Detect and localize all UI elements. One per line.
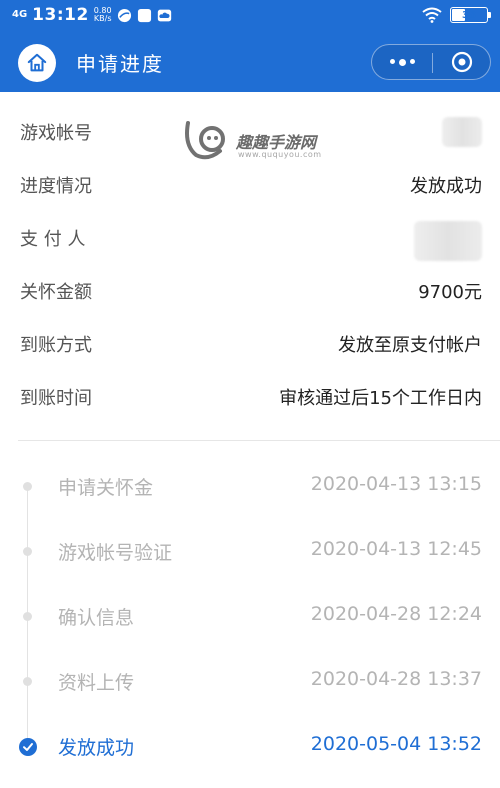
timeline-step-name: 资料上传 xyxy=(58,672,135,694)
timeline-step-time: 2020-04-28 12:24 xyxy=(310,603,482,625)
timeline-step-time: 2020-04-28 13:37 xyxy=(310,668,482,690)
more-dot xyxy=(398,58,406,66)
info-label: 支 付 人 xyxy=(20,229,86,250)
battery-level-text: 38 xyxy=(462,9,476,21)
timeline-step: 申请关怀金 2020-04-13 13:15 xyxy=(0,455,500,520)
info-row-arrival-time: 到账时间 审核通过后15个工作日内 xyxy=(0,370,500,423)
timeline-step-time: 2020-05-04 13:52 xyxy=(310,733,482,755)
timeline-step-name: 确认信息 xyxy=(58,607,135,629)
capsule-close-button[interactable] xyxy=(433,45,491,79)
timeline-dot xyxy=(23,547,32,556)
timeline-step-name: 发放成功 xyxy=(58,737,135,759)
notification-square-icon xyxy=(137,8,151,22)
check-circle-icon xyxy=(19,738,37,756)
app-notification-icon xyxy=(117,8,131,22)
info-value: 审核通过后15个工作日内 xyxy=(279,388,482,409)
watermark: 趣趣手游网 www.ququyou.com xyxy=(182,115,332,165)
info-row-amount: 关怀金额 9700元 xyxy=(0,264,500,317)
check-mark-icon xyxy=(23,743,33,751)
more-dot xyxy=(389,58,395,64)
timeline-step-time: 2020-04-13 13:15 xyxy=(310,473,482,495)
timeline-step-time: 2020-04-13 12:45 xyxy=(310,538,482,560)
timeline-dot xyxy=(23,612,32,621)
more-dot xyxy=(409,58,415,64)
info-row-payer: 支 付 人 xyxy=(0,211,500,264)
timeline-step: 游戏帐号验证 2020-04-13 12:45 xyxy=(0,520,500,585)
progress-timeline: 申请关怀金 2020-04-13 13:15 游戏帐号验证 2020-04-13… xyxy=(0,455,500,780)
page-title: 申请进度 xyxy=(76,52,164,76)
timeline-step-name: 游戏帐号验证 xyxy=(58,542,173,564)
timeline-dot xyxy=(23,677,32,686)
info-value: 9700元 xyxy=(418,282,482,303)
wifi-icon xyxy=(422,7,442,23)
cloud-icon xyxy=(157,9,171,21)
timeline-step: 确认信息 2020-04-28 12:24 xyxy=(0,585,500,650)
info-label: 到账方式 xyxy=(20,335,92,356)
info-label: 游戏帐号 xyxy=(20,123,92,144)
status-bar: 4G 13:12 0.80 KB/s 38 xyxy=(0,0,500,30)
network-speed: 0.80 KB/s xyxy=(94,7,112,23)
timeline-step-name: 申请关怀金 xyxy=(58,477,154,499)
capsule-close-icon xyxy=(451,51,473,73)
info-label: 进度情况 xyxy=(20,176,92,197)
info-value: 发放成功 xyxy=(410,176,482,197)
info-row-payout-method: 到账方式 发放至原支付帐户 xyxy=(0,317,500,370)
watermark-logo-icon xyxy=(185,121,225,160)
network-indicator: 4G xyxy=(12,9,28,20)
info-label: 关怀金额 xyxy=(20,282,92,303)
watermark-url: www.ququyou.com xyxy=(238,150,322,159)
info-row-progress-status: 进度情况 发放成功 xyxy=(0,158,500,211)
info-value: 发放至原支付帐户 xyxy=(338,335,482,356)
redacted-payer xyxy=(414,221,482,261)
info-label: 到账时间 xyxy=(20,388,92,409)
status-bar-left: 4G 13:12 0.80 KB/s xyxy=(12,3,172,27)
timeline-step: 资料上传 2020-04-28 13:37 xyxy=(0,650,500,715)
battery-cap xyxy=(488,12,491,18)
home-button[interactable] xyxy=(18,44,56,82)
timeline-dot xyxy=(23,482,32,491)
status-bar-right: 38 xyxy=(422,5,491,25)
home-icon xyxy=(27,53,47,72)
redacted-game-account xyxy=(442,117,482,147)
more-dots-icon xyxy=(389,58,415,66)
clock: 13:12 xyxy=(32,5,89,25)
network-speed-unit: KB/s xyxy=(93,14,112,23)
mini-program-capsule xyxy=(371,44,491,80)
more-button[interactable] xyxy=(372,45,432,79)
nav-bar: 申请进度 xyxy=(0,30,500,92)
battery-icon: 38 xyxy=(450,7,491,23)
timeline-step-current: 发放成功 2020-05-04 13:52 xyxy=(0,715,500,780)
section-divider xyxy=(18,440,500,441)
